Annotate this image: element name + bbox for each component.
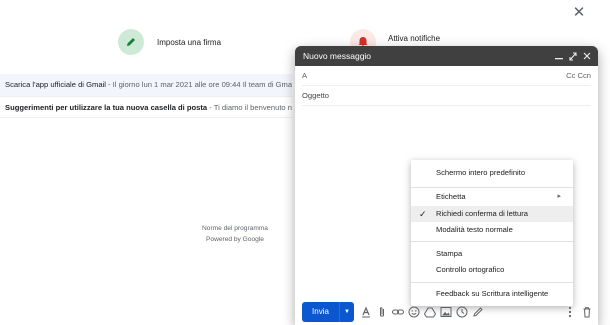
powered-by-text: Powered by Google <box>206 236 264 243</box>
to-label: A <box>302 71 308 80</box>
check-icon: ✓ <box>419 209 427 219</box>
email-subject: Suggerimenti per utilizzare la tua nuova… <box>5 103 208 112</box>
signature-tip-label[interactable]: Imposta una firma <box>157 38 221 47</box>
compose-header[interactable]: Nuovo messaggio <box>295 46 598 66</box>
program-policies-link[interactable]: Norme del programma <box>170 225 300 232</box>
email-snippet: - Ti diamo il benvenuto nella posta <box>209 103 292 112</box>
formatting-icon[interactable] <box>359 305 373 319</box>
close-compose-icon[interactable] <box>580 48 594 64</box>
menu-item-label: Stampa <box>436 249 463 258</box>
menu-item-read-receipt[interactable]: ✓ Richiedi conferma di lettura <box>411 206 573 222</box>
more-options-icon[interactable] <box>563 305 577 319</box>
menu-divider <box>411 282 573 283</box>
menu-item-label: Modalità testo normale <box>436 225 513 234</box>
minimize-icon[interactable] <box>552 48 566 64</box>
menu-item-label-submenu[interactable]: Etichetta ▸ <box>411 189 573 205</box>
menu-item-label: Feedback su Scrittura intelligente <box>436 289 549 298</box>
send-button[interactable]: Invia <box>302 302 339 322</box>
signature-icon[interactable] <box>471 305 485 319</box>
signature-tip-icon[interactable] <box>118 29 144 55</box>
cc-bcc-link[interactable]: Cc Ccn <box>566 66 591 85</box>
more-options-menu: Schermo intero predefinito Etichetta ▸ ✓… <box>411 160 573 306</box>
menu-item-default-fullscreen[interactable]: Schermo intero predefinito <box>411 165 573 181</box>
pen-icon <box>127 38 135 46</box>
menu-divider <box>411 187 573 188</box>
recipients-field[interactable]: A Cc Ccn <box>302 66 591 86</box>
subject-field[interactable]: Oggetto <box>302 86 591 106</box>
compose-title: Nuovo messaggio <box>303 51 372 61</box>
menu-item-print[interactable]: Stampa <box>411 246 573 262</box>
email-row[interactable]: Scarica l'app ufficiale di Gmail - Il gi… <box>0 74 292 96</box>
fullscreen-icon[interactable] <box>566 48 580 64</box>
drive-icon[interactable] <box>423 305 437 319</box>
attach-icon[interactable] <box>375 305 389 319</box>
image-icon[interactable] <box>439 305 453 319</box>
close-icon[interactable]: ✕ <box>570 4 588 22</box>
menu-item-label: Controllo ortografico <box>436 265 505 274</box>
email-subject: Scarica l'app ufficiale di Gmail <box>5 80 106 89</box>
discard-draft-icon[interactable] <box>580 305 594 319</box>
submenu-arrow-icon: ▸ <box>557 193 561 200</box>
menu-item-smart-compose-feedback[interactable]: Feedback su Scrittura intelligente <box>411 286 573 302</box>
confidential-mode-icon[interactable] <box>455 305 469 319</box>
email-row[interactable]: Suggerimenti per utilizzare la tua nuova… <box>0 96 292 118</box>
menu-item-spellcheck[interactable]: Controllo ortografico <box>411 262 573 278</box>
emoji-icon[interactable] <box>407 305 421 319</box>
menu-item-label: Richiedi conferma di lettura <box>436 209 529 218</box>
menu-item-label: Schermo intero predefinito <box>436 168 526 177</box>
menu-divider <box>411 241 573 242</box>
link-icon[interactable] <box>391 305 405 319</box>
email-snippet: - Il giorno lun 1 mar 2021 alle ore 09:4… <box>105 80 292 89</box>
send-options-button[interactable]: ▼ <box>339 302 354 322</box>
menu-item-plain-text[interactable]: Modalità testo normale <box>411 222 573 238</box>
menu-item-label: Etichetta <box>436 192 466 201</box>
